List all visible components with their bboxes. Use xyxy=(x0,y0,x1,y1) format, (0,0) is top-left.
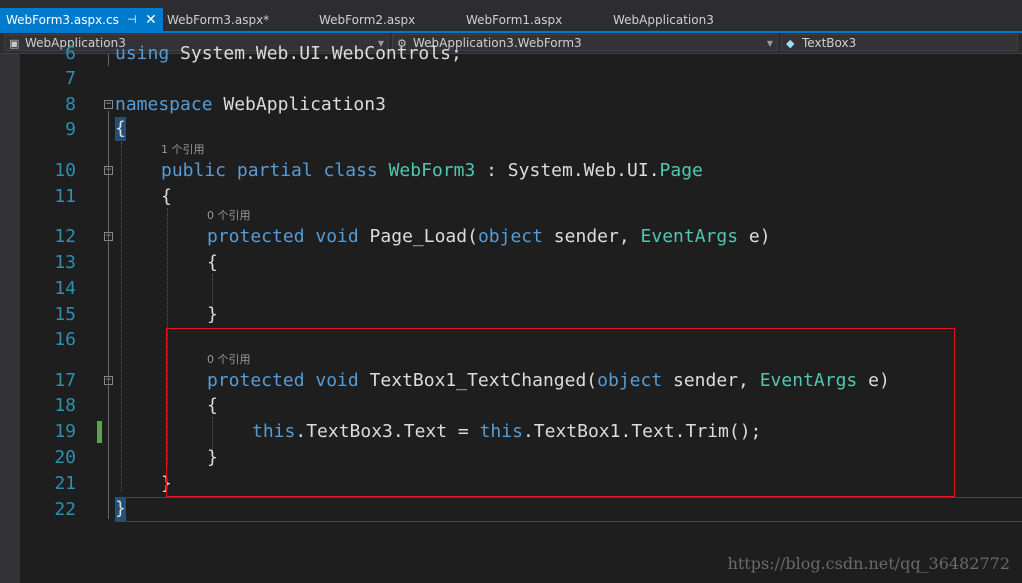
tab-webform3-aspx-cs[interactable]: WebForm3.aspx.cs ⊣ ✕ xyxy=(0,8,163,32)
code-line-8: namespace WebApplication3 xyxy=(115,94,386,115)
change-marker xyxy=(97,421,102,443)
line-number: 6 xyxy=(65,43,76,64)
tab-webform1-aspx[interactable]: WebForm1.aspx xyxy=(466,8,562,32)
code-line-9: { xyxy=(115,117,126,141)
tab-label: WebForm1.aspx xyxy=(466,13,563,27)
tab-webform2-aspx[interactable]: WebForm2.aspx xyxy=(319,8,415,32)
line-number: 21 xyxy=(54,473,76,494)
reference-count[interactable]: 1 个引用 xyxy=(161,143,205,157)
line-number: 8 xyxy=(65,94,76,115)
code-line-6: using System.Web.UI.WebControls; xyxy=(115,43,462,64)
line-number: 19 xyxy=(54,421,76,442)
tab-webapplication3[interactable]: WebApplication3 xyxy=(613,8,714,32)
document-tab-bar: WebForm3.aspx.cs ⊣ ✕ WebForm3.aspx* WebF… xyxy=(0,0,1022,32)
line-number: 16 xyxy=(54,329,76,350)
code-line-15: } xyxy=(207,304,218,325)
tab-label: WebForm2.aspx xyxy=(319,13,416,27)
close-icon[interactable]: ✕ xyxy=(145,8,157,32)
line-number: 22 xyxy=(54,499,76,520)
line-number: 15 xyxy=(54,304,76,325)
line-number: 13 xyxy=(54,252,76,273)
indent-guide xyxy=(121,142,122,492)
line-number: 9 xyxy=(65,119,76,140)
project-icon: ▣ xyxy=(9,37,20,50)
line-number: 17 xyxy=(54,370,76,391)
field-icon: ◆ xyxy=(786,37,795,50)
outline-line xyxy=(108,177,109,477)
current-line-highlight xyxy=(115,497,1022,522)
line-number: 18 xyxy=(54,395,76,416)
tab-label: WebApplication3 xyxy=(613,13,714,27)
editor-margin xyxy=(0,54,20,583)
line-number: 14 xyxy=(54,278,76,299)
tab-label: WebForm3.aspx.cs xyxy=(6,13,119,27)
outline-line xyxy=(108,54,109,66)
reference-count[interactable]: 0 个引用 xyxy=(207,209,251,223)
code-line-12: protected void Page_Load(object sender, … xyxy=(207,226,771,247)
member-dropdown-label: TextBox3 xyxy=(802,36,857,50)
line-number: 12 xyxy=(54,226,76,247)
code-line-22: } xyxy=(115,497,126,521)
line-number: 10 xyxy=(54,160,76,181)
line-number: 11 xyxy=(54,186,76,207)
tab-webform3-aspx[interactable]: WebForm3.aspx* xyxy=(167,8,269,32)
line-number: 7 xyxy=(65,68,76,89)
pin-icon[interactable]: ⊣ xyxy=(127,8,137,32)
highlight-box xyxy=(166,328,955,497)
collapse-icon[interactable]: − xyxy=(104,100,113,109)
code-line-10: public partial class WebForm3 : System.W… xyxy=(161,160,703,181)
code-line-11: { xyxy=(161,186,172,207)
member-dropdown[interactable]: ◆ TextBox3 xyxy=(781,34,1018,51)
chevron-down-icon: ▼ xyxy=(766,39,773,48)
line-number: 20 xyxy=(54,447,76,468)
code-line-13: { xyxy=(207,252,218,273)
watermark: https://blog.csdn.net/qq_36482772 xyxy=(727,554,1010,573)
tab-label: WebForm3.aspx* xyxy=(167,13,270,27)
code-editor[interactable]: 6 7 8 9 10 11 12 13 14 15 16 17 18 19 20… xyxy=(0,43,1022,583)
